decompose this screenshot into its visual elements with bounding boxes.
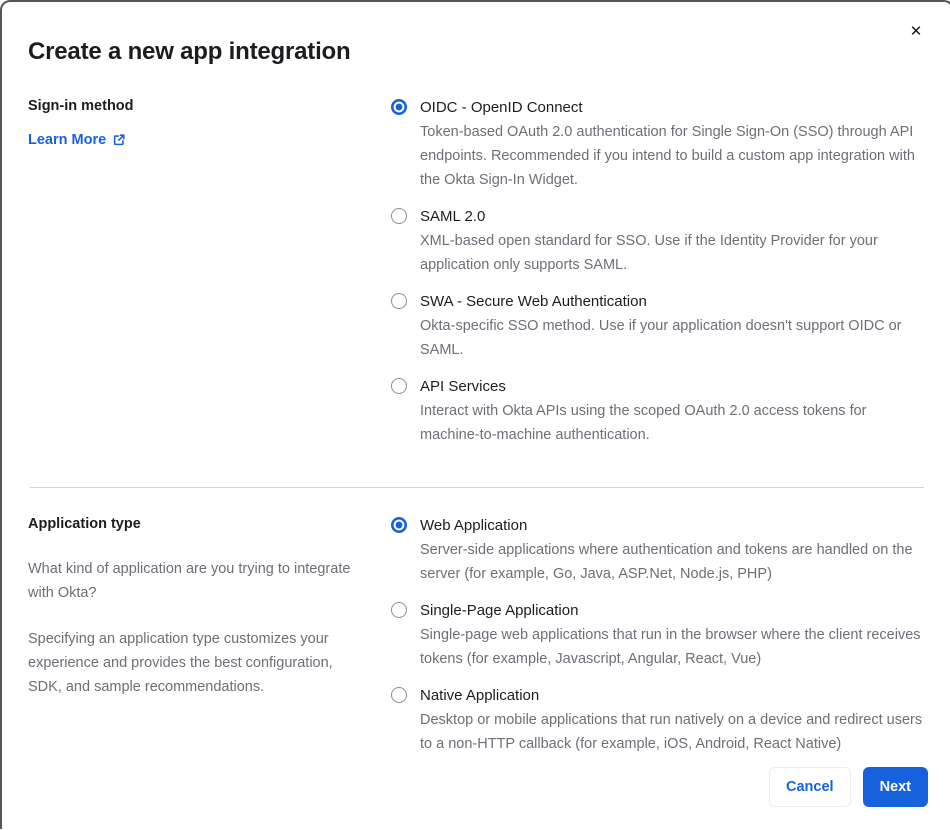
option-label: SAML 2.0 (420, 208, 486, 225)
next-button[interactable]: Next (862, 767, 928, 807)
radio-option-saml[interactable]: SAML 2.0 XML-based open standard for SSO… (391, 206, 926, 277)
option-label: Single-Page Application (420, 602, 579, 619)
option-label: API Services (420, 378, 506, 395)
option-description: Token-based OAuth 2.0 authentication for… (420, 124, 915, 188)
option-description: Single-page web applications that run in… (420, 627, 921, 667)
cancel-button[interactable]: Cancel (769, 767, 851, 807)
external-link-icon (114, 134, 125, 146)
application-type-left: Application type What kind of applicatio… (28, 515, 368, 770)
option-description: Desktop or mobile applications that run … (420, 712, 923, 752)
sign-in-method-section: Sign-in method Learn More OIDC - OpenID … (28, 97, 926, 461)
radio-icon-single-page-application[interactable] (391, 602, 407, 618)
application-type-label: Application type (28, 516, 141, 532)
option-description: Okta-specific SSO method. Use if your ap… (420, 318, 902, 358)
option-label: Native Application (420, 687, 540, 704)
sign-in-method-options: OIDC - OpenID Connect Token-based OAuth … (391, 97, 926, 461)
option-label: OIDC - OpenID Connect (420, 99, 583, 116)
radio-option-native-application[interactable]: Native Application Desktop or mobile app… (391, 685, 926, 756)
radio-icon-native-application[interactable] (391, 687, 407, 703)
learn-more-label: Learn More (28, 132, 107, 148)
section-divider (30, 487, 924, 488)
radio-icon-api-services[interactable] (391, 378, 407, 394)
radio-icon-web-application[interactable] (391, 517, 407, 533)
option-description: Interact with Okta APIs using the scoped… (420, 403, 867, 443)
application-type-note: Specifying an application type customize… (28, 631, 333, 695)
radio-icon-oidc[interactable] (391, 99, 407, 115)
radio-option-api-services[interactable]: API Services Interact with Okta APIs usi… (391, 376, 926, 447)
option-label: SWA - Secure Web Authentication (420, 293, 647, 310)
application-type-question: What kind of application are you trying … (28, 561, 351, 601)
radio-option-web-application[interactable]: Web Application Server-side applications… (391, 515, 926, 586)
radio-option-single-page-application[interactable]: Single-Page Application Single-page web … (391, 600, 926, 671)
radio-option-oidc[interactable]: OIDC - OpenID Connect Token-based OAuth … (391, 97, 926, 192)
radio-icon-saml[interactable] (391, 208, 407, 224)
application-type-options: Web Application Server-side applications… (391, 515, 926, 770)
create-app-integration-dialog: ✕ Create a new app integration Sign-in m… (0, 0, 950, 829)
option-description: Server-side applications where authentic… (420, 542, 913, 582)
option-description: XML-based open standard for SSO. Use if … (420, 233, 878, 273)
radio-icon-swa[interactable] (391, 293, 407, 309)
radio-option-swa[interactable]: SWA - Secure Web Authentication Okta-spe… (391, 291, 926, 362)
sign-in-method-left: Sign-in method Learn More (28, 97, 368, 461)
close-icon[interactable]: ✕ (904, 20, 928, 44)
dialog-title: Create a new app integration (28, 38, 351, 65)
application-type-section: Application type What kind of applicatio… (28, 515, 926, 770)
sign-in-method-label: Sign-in method (28, 98, 134, 114)
learn-more-link[interactable]: Learn More (28, 132, 126, 148)
option-label: Web Application (420, 517, 528, 534)
dialog-footer: Cancel Next (769, 767, 928, 807)
